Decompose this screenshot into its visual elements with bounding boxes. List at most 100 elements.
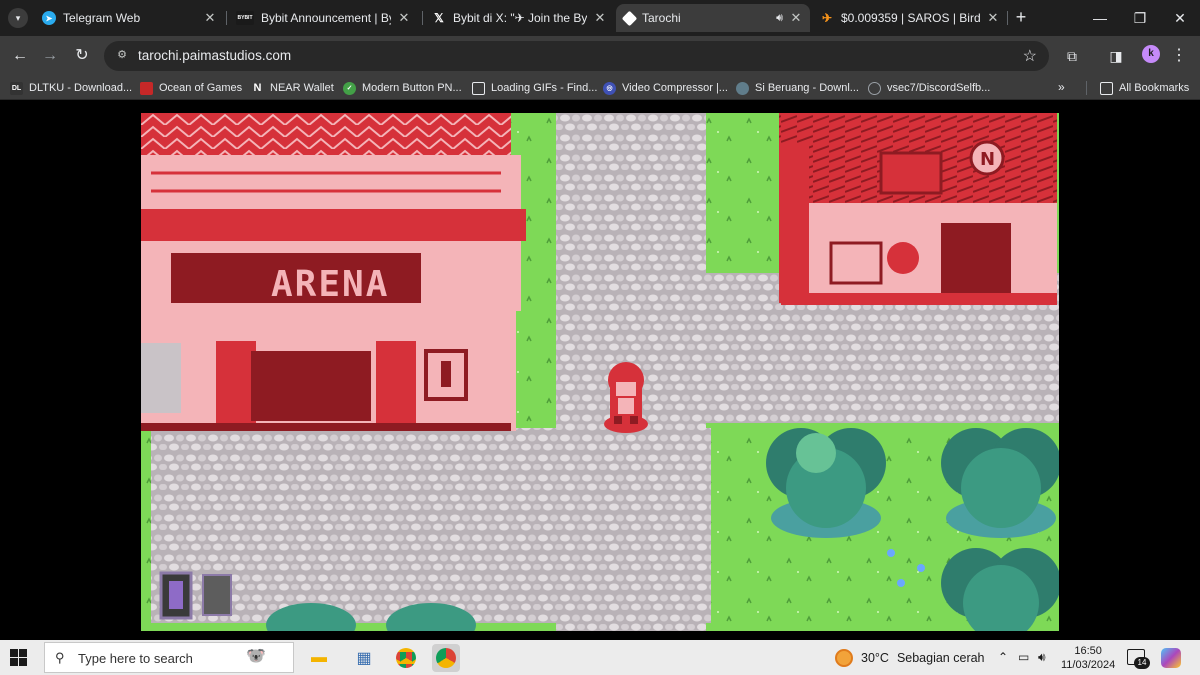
- extensions-icon[interactable]: ⧉: [1060, 44, 1084, 68]
- weather-desc: Sebagian cerah: [896, 651, 985, 665]
- x-icon: 𝕏: [434, 11, 444, 25]
- search-placeholder: Type here to search: [78, 651, 193, 666]
- github-icon: [868, 81, 881, 95]
- reload-button[interactable]: ↻: [70, 44, 94, 68]
- bookmarks-bar: DL DLTKU - Download... Ocean of Games N …: [0, 76, 1200, 100]
- bookmark-label: Si Beruang - Downl...: [755, 82, 859, 94]
- search-icon: ⚲: [55, 650, 65, 665]
- close-icon[interactable]: ✕: [594, 10, 606, 26]
- menu-icon[interactable]: ⋮: [1167, 44, 1191, 68]
- tarochi-icon: [621, 10, 638, 26]
- close-icon[interactable]: ✕: [204, 10, 216, 26]
- video-compressor-icon: ◎: [603, 81, 616, 95]
- tab-telegram-web[interactable]: ➤ Telegram Web ✕: [34, 4, 224, 32]
- close-icon[interactable]: ✕: [790, 10, 802, 26]
- bookmark-label: Modern Button PN...: [362, 82, 462, 94]
- tab-birdeye[interactable]: ✈ $0.009359 | SAROS | Birdeye ✕: [812, 4, 1007, 32]
- bookmark-discord-selfbot[interactable]: vsec7/DiscordSelfb...: [868, 80, 990, 96]
- tray-overflow-icon[interactable]: ⌃: [998, 650, 1008, 664]
- bookmark-near-wallet[interactable]: N NEAR Wallet: [251, 80, 334, 96]
- tab-title: Telegram Web: [63, 11, 141, 25]
- bookmark-modern-button[interactable]: ✓ Modern Button PN...: [343, 80, 462, 96]
- page-content: ARENA N: [0, 101, 1200, 640]
- clock-date: 11/03/2024: [1061, 659, 1116, 671]
- ocean-of-games-icon: [140, 81, 153, 95]
- bookmark-label: Loading GIFs - Find...: [491, 82, 598, 94]
- center-building: [779, 113, 1057, 305]
- koala-widget-icon[interactable]: 🐨: [228, 642, 284, 670]
- address-url[interactable]: tarochi.paimastudios.com: [138, 48, 291, 63]
- profile-avatar[interactable]: k: [1142, 45, 1160, 63]
- address-bar[interactable]: ⚙ tarochi.paimastudios.com ☆: [104, 41, 1049, 71]
- bookmark-label: NEAR Wallet: [270, 82, 334, 94]
- file-explorer-icon[interactable]: ▬: [305, 644, 333, 672]
- bookmark-label: DLTKU - Download...: [29, 82, 133, 94]
- tab-separator: [226, 11, 227, 25]
- folder-icon: [1100, 81, 1113, 95]
- side-panel-icon[interactable]: ◨: [1104, 44, 1128, 68]
- tab-strip: ▾ ➤ Telegram Web ✕ BYBIT Bybit Announcem…: [0, 0, 1200, 36]
- tab-search-button[interactable]: ▾: [8, 8, 28, 28]
- bookmark-dltku[interactable]: DL DLTKU - Download...: [10, 80, 132, 96]
- browser-toolbar: ← → ↻ ⚙ tarochi.paimastudios.com ☆ ⧉ ◨ ⋮: [0, 36, 1200, 76]
- site-info-icon[interactable]: ⚙: [114, 48, 130, 64]
- tab-title: $0.009359 | SAROS | Birdeye: [841, 11, 980, 25]
- all-bookmarks-button[interactable]: All Bookmarks: [1100, 80, 1189, 96]
- tree: [766, 428, 886, 538]
- tab-title: Bybit Announcement | Bybit: [261, 11, 391, 25]
- beruang-icon: [736, 81, 749, 95]
- dltku-icon: DL: [10, 81, 23, 95]
- game-canvas[interactable]: ARENA N: [141, 113, 1059, 631]
- tab-tarochi[interactable]: Tarochi 🔊︎ ✕: [616, 4, 810, 32]
- bookmark-label: vsec7/DiscordSelfb...: [887, 82, 991, 94]
- bookmark-star-icon[interactable]: ☆: [1023, 46, 1037, 66]
- close-window-button[interactable]: ✕: [1160, 0, 1200, 36]
- bookmark-video-compressor[interactable]: ◎ Video Compressor |...: [603, 80, 728, 96]
- path-horizontal: [151, 428, 711, 623]
- all-bookmarks-label: All Bookmarks: [1119, 82, 1190, 94]
- document-icon: [472, 81, 485, 95]
- start-button[interactable]: [10, 649, 27, 666]
- partly-sunny-icon: [835, 649, 853, 667]
- chrome-profile-icon[interactable]: [432, 644, 460, 672]
- weather-temp: 30°C: [861, 651, 889, 665]
- close-icon[interactable]: ✕: [398, 10, 410, 26]
- speaker-icon[interactable]: 🔊︎: [776, 12, 783, 25]
- battery-icon[interactable]: ▭: [1018, 650, 1029, 664]
- tab-title: Tarochi: [642, 11, 681, 25]
- center-sign: N: [980, 149, 995, 170]
- windows-taskbar: ⚲ Type here to search 🐨 ▬ ▦ 30°C Sebagia…: [0, 640, 1200, 675]
- telegram-icon: ➤: [42, 11, 56, 25]
- new-tab-button[interactable]: +: [1010, 6, 1032, 28]
- bookmarks-overflow-button[interactable]: »: [1058, 80, 1065, 94]
- tab-bybit-announcement[interactable]: BYBIT Bybit Announcement | Bybit ✕: [228, 4, 418, 32]
- bookmarks-separator: [1086, 81, 1087, 95]
- tab-separator: [422, 11, 423, 25]
- calculator-icon[interactable]: ▦: [350, 644, 378, 672]
- player-character: [604, 362, 648, 433]
- birdeye-icon: ✈: [821, 11, 833, 25]
- weather-widget[interactable]: 30°C Sebagian cerah: [835, 649, 985, 667]
- tab-separator: [1007, 11, 1008, 25]
- bookmark-si-beruang[interactable]: Si Beruang - Downl...: [736, 80, 859, 96]
- arena-sign: ARENA: [271, 264, 389, 305]
- tab-title: Bybit di X: "✈ Join the Bybi: [453, 11, 587, 25]
- volume-icon[interactable]: 🔊︎: [1038, 650, 1046, 665]
- tab-bybit-x[interactable]: 𝕏 Bybit di X: "✈ Join the Bybi ✕: [424, 4, 614, 32]
- clock[interactable]: 16:50 11/03/2024: [1061, 644, 1115, 672]
- close-icon[interactable]: ✕: [987, 10, 999, 26]
- bookmark-ocean-of-games[interactable]: Ocean of Games: [140, 80, 242, 96]
- notification-badge: 14: [1134, 657, 1150, 669]
- chrome-icon[interactable]: [392, 644, 420, 672]
- bookmark-label: Ocean of Games: [159, 82, 243, 94]
- bybit-icon: BYBIT: [236, 11, 254, 25]
- restore-button[interactable]: ❐: [1120, 0, 1160, 36]
- back-button[interactable]: ←: [8, 44, 32, 68]
- forward-button[interactable]: →: [38, 44, 62, 68]
- bookmark-label: Video Compressor |...: [622, 82, 728, 94]
- minimize-button[interactable]: —: [1080, 0, 1120, 36]
- copilot-icon[interactable]: [1161, 648, 1181, 668]
- bookmark-loading-gifs[interactable]: Loading GIFs - Find...: [472, 80, 597, 96]
- clock-time: 16:50: [1074, 645, 1102, 657]
- tree: [941, 428, 1059, 538]
